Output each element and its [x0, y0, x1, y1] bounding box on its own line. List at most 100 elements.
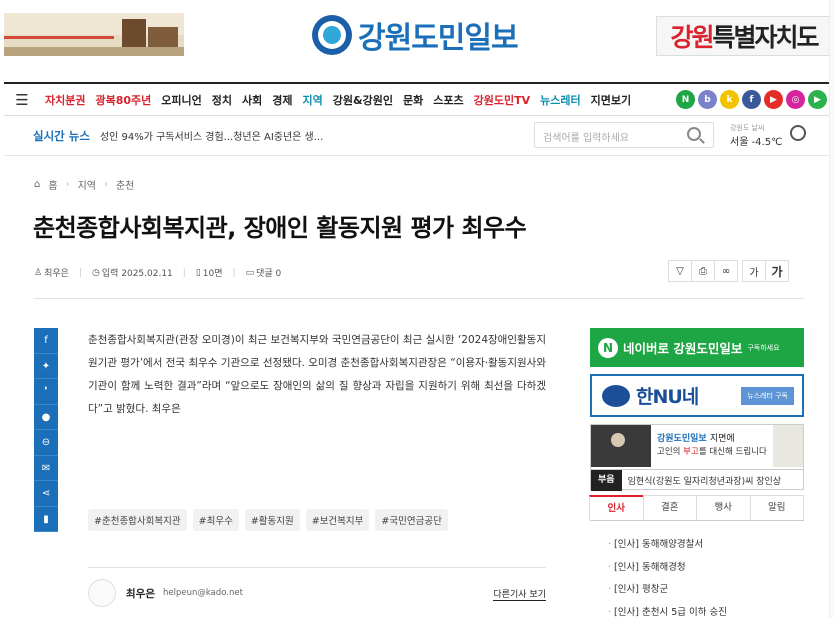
ad-banner-strip [4, 36, 114, 39]
scrollbar[interactable] [829, 0, 835, 618]
band-icon[interactable]: b [698, 90, 717, 109]
kakaostory-icon[interactable]: k [720, 90, 739, 109]
meta-divider: | [78, 267, 82, 278]
nav-item[interactable]: 강원&강원인 [328, 92, 398, 108]
nav-item[interactable]: 자치분권 [40, 92, 90, 108]
twitter-share-icon[interactable]: ✦ [34, 353, 58, 379]
weather-caption: 강원도 날씨 [730, 124, 765, 132]
nav-item[interactable]: 정치 [207, 92, 237, 108]
font-small-button[interactable]: 가 [742, 260, 766, 282]
print-icon[interactable]: ⎙ [691, 260, 715, 282]
naver-icon: N [598, 337, 618, 358]
naver-banner-sub: 구독하세요 [747, 343, 780, 352]
tag[interactable]: #최우수 [192, 509, 239, 531]
logo-name: 강원도민일보 [358, 21, 519, 56]
search-icon[interactable] [687, 127, 701, 141]
newsletter-subscribe-button[interactable]: 뉴스레터 구독 [741, 386, 794, 405]
url-copy-icon[interactable]: ⊖ [34, 430, 58, 456]
page-icon: ▯ [195, 267, 201, 278]
nav-item[interactable]: 뉴스레터 [535, 92, 585, 108]
filter-icon[interactable]: ▽ [668, 260, 692, 282]
bookmark-icon[interactable]: ▮ [34, 506, 58, 532]
facebook-share-icon[interactable]: f [34, 328, 58, 354]
obituary-box[interactable]: 강원도민일보 지면에 고인의 부고를 대신해 드립니다 부음 임현식(강원도 일… [590, 424, 804, 491]
clock-icon: ◷ [91, 267, 100, 278]
breadcrumb-home[interactable]: 홈 [48, 177, 57, 192]
tag[interactable]: #보건복지부 [305, 509, 370, 531]
nav-item[interactable]: 경제 [267, 92, 297, 108]
nav-item[interactable]: 강원도민TV [469, 92, 536, 108]
link-icon[interactable]: ∞ [714, 260, 738, 282]
nav-item[interactable]: 오피니언 [156, 92, 206, 108]
sidebar-tab[interactable]: 알림 [749, 495, 804, 520]
article-page: 10면 [202, 269, 223, 279]
tag[interactable]: #활동지원 [244, 509, 300, 531]
obituary-key: 부음 [591, 469, 622, 491]
newsletter-banner[interactable]: 한NU네 뉴스레터 구독 [590, 374, 804, 417]
sidebar-list-item[interactable]: [인사] 평창군 [608, 579, 804, 602]
nav-item[interactable]: 지면보기 [586, 92, 636, 108]
sidebar-list-item[interactable]: [인사] 동해해양경찰서 [608, 534, 804, 557]
nav-item[interactable]: 스포츠 [428, 92, 468, 108]
nav-item[interactable]: 지역 [298, 92, 328, 108]
ad-banner-left[interactable] [4, 13, 184, 56]
newsletter-logo-icon [602, 384, 630, 407]
youtube-icon[interactable]: ▶ [764, 90, 783, 109]
breadcrumb-sub[interactable]: 춘천 [116, 177, 134, 192]
naver-subscribe-banner[interactable]: N 네이버로 강원도민일보 구독하세요 [590, 328, 804, 367]
weather-temp: 서울 -4.5℃ [730, 137, 783, 148]
sidebar-list-item[interactable]: [인사] 춘천시 5급 이하 승진 [608, 602, 804, 618]
sidebar-tab[interactable]: 행사 [696, 495, 751, 520]
obituary-image [591, 425, 651, 467]
hamburger-menu-icon[interactable]: ☰ [4, 91, 40, 109]
ticker-headline[interactable]: 성인 94%가 구독서비스 경험...청년은 AI중년은 생... [100, 128, 323, 143]
tag[interactable]: #국민연금공단 [375, 509, 448, 531]
author-box: 최우은 helpeun@kado.net 다른기사 보기 [88, 579, 546, 607]
instagram-icon[interactable]: ◎ [786, 90, 805, 109]
article-comments[interactable]: 댓글 0 [256, 266, 281, 279]
nav-menu: 자치분권 광복80주년 오피니언 정치 사회 경제 지역 강원&강원인 문화 스포츠 강원도민TV 뉴… [40, 92, 636, 108]
obituary-row[interactable]: 부음 임현식(강원도 일자리청년과장)씨 장인상 [591, 469, 803, 491]
newsletter-name: 한NU네 [636, 386, 699, 408]
sidebar-tab[interactable]: 인사 [589, 495, 644, 520]
tag[interactable]: #춘천종합사회복지관 [88, 509, 187, 531]
weather-widget: 강원도 날씨 서울 -4.5℃ [730, 123, 782, 148]
social-links: Nb k f ▶ ◎ ▶ [676, 90, 827, 109]
breadcrumb: ⌂ 홈 › 지역 › 춘천 [34, 177, 134, 192]
share-icon[interactable]: ⋖ [34, 481, 58, 507]
meta-divider: | [182, 267, 186, 278]
obituary-text-a: 고인의 [657, 447, 684, 457]
chevron-right-icon: › [103, 179, 108, 190]
obituary-value: 임현식(강원도 일자리청년과장)씨 장인상 [627, 476, 782, 487]
home-icon[interactable]: ⌂ [34, 179, 40, 190]
breadcrumb-section[interactable]: 지역 [78, 177, 96, 192]
nav-item[interactable]: 문화 [398, 92, 428, 108]
naver-banner-title: 네이버로 강원도민일보 [623, 341, 743, 356]
play-icon[interactable]: ▶ [808, 90, 827, 109]
article-title: 춘천종합사회복지관, 장애인 활동지원 평가 최우수 [33, 214, 527, 242]
article-meta: ♙ 최우은 | ◷ 입력 2025.02.11 | ▯ 10면 | ▭ 댓글 0 [34, 266, 281, 280]
font-large-button[interactable]: 가 [765, 260, 789, 282]
share-bar: f ✦ ❜ ● ⊖ ✉ ⋖ ▮ [34, 328, 58, 532]
sidebar-tab[interactable]: 결혼 [642, 495, 697, 520]
obituary-text-c: 를 대신해 드립니다 [698, 447, 767, 457]
naver-icon[interactable]: N [676, 90, 695, 109]
email-share-icon[interactable]: ✉ [34, 455, 58, 481]
kakaostory-share-icon[interactable]: ❜ [34, 379, 58, 405]
site-logo[interactable]: 강원도민일보 [312, 14, 519, 56]
ad-banner-building-2 [148, 27, 178, 47]
obituary-brand: 강원도민일보 [657, 434, 707, 444]
chevron-right-icon: › [65, 179, 70, 190]
obituary-text-b: 부고 [683, 447, 699, 457]
ad-banner-right-red: 강원 [670, 23, 714, 52]
obituary-heading: 강원도민일보 지면에 [657, 431, 735, 444]
facebook-icon[interactable]: f [742, 90, 761, 109]
nav-item[interactable]: 사회 [237, 92, 267, 108]
ad-banner-right[interactable]: 강원 특별자치도 [656, 16, 832, 56]
kakaotalk-share-icon[interactable]: ● [34, 404, 58, 430]
author-email[interactable]: helpeun@kado.net [163, 588, 243, 598]
nav-item[interactable]: 광복80주년 [90, 92, 156, 108]
sidebar-list-item[interactable]: [인사] 동해해경청 [608, 557, 804, 580]
ticker-label: 실시간 뉴스 [33, 128, 90, 143]
more-articles-link[interactable]: 다른기사 보기 [493, 587, 546, 601]
